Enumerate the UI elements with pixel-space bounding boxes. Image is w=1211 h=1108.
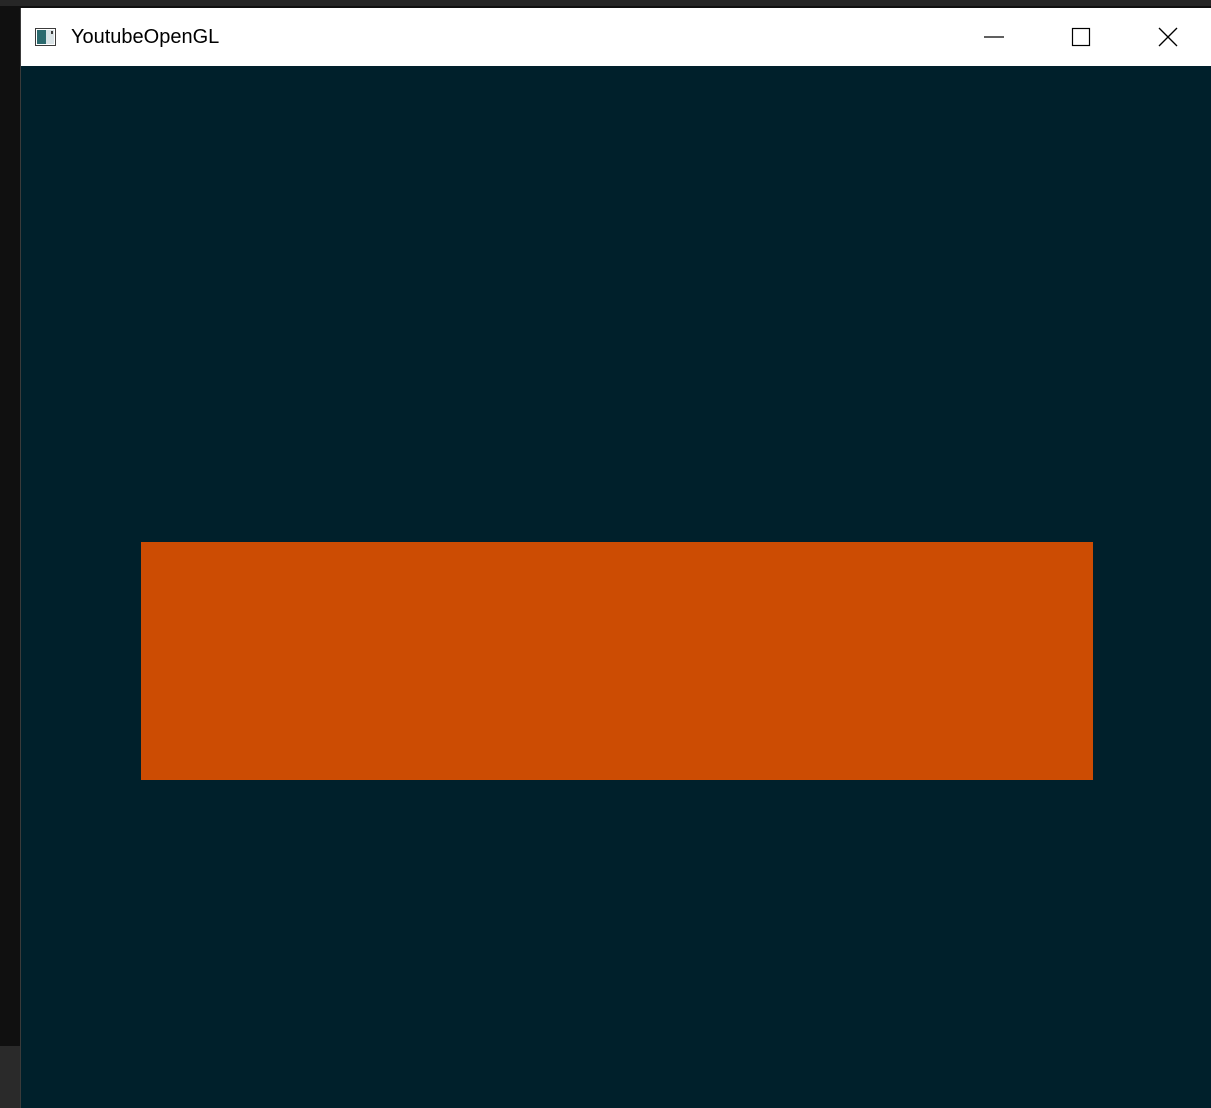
close-button[interactable] (1124, 8, 1211, 66)
close-icon (1157, 26, 1179, 48)
window-title: YoutubeOpenGL (71, 26, 220, 48)
maximize-button[interactable] (1037, 8, 1125, 66)
minimize-icon (983, 26, 1005, 48)
minimize-button[interactable] (950, 8, 1038, 66)
app-window: YoutubeOpenGL (20, 8, 1211, 1108)
orange-rectangle (141, 542, 1093, 780)
opengl-viewport[interactable] (21, 66, 1211, 1108)
maximize-icon (1070, 26, 1092, 48)
desktop-left-edge (0, 1046, 20, 1108)
app-icon[interactable] (35, 28, 56, 46)
title-bar[interactable]: YoutubeOpenGL (21, 8, 1211, 66)
desktop-top-strip (0, 0, 1211, 6)
